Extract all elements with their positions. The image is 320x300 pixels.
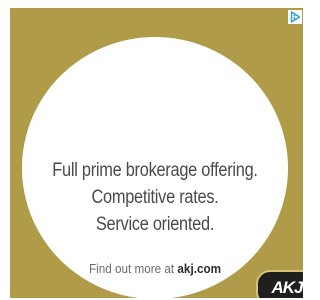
adchoices-button[interactable]	[288, 10, 302, 24]
headline-line-3: Service oriented.	[95, 214, 215, 235]
akj-logo[interactable]: AKJ	[256, 270, 303, 298]
logo-text: AKJ	[271, 278, 303, 297]
cta-prefix: Find out more at	[88, 261, 175, 276]
headline-line-2: Competitive rates.	[91, 187, 219, 208]
cta-domain-link[interactable]: akj.com	[177, 261, 221, 276]
headline-line-1: Full prime brokerage offering.	[52, 160, 258, 181]
ad-cta[interactable]: Find out more at akj.com	[35, 261, 274, 276]
ad-circle-panel: Full prime brokerage offering. Competiti…	[22, 37, 288, 298]
ad-banner[interactable]: Full prime brokerage offering. Competiti…	[10, 8, 303, 298]
adchoices-triangle-icon	[290, 11, 300, 23]
ad-headline: Full prime brokerage offering. Competiti…	[41, 157, 270, 238]
